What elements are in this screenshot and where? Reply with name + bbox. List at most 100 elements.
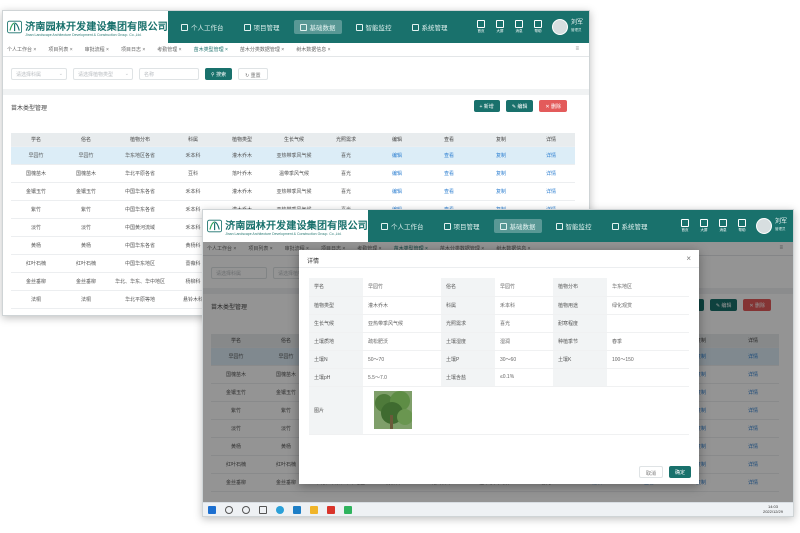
tab-4[interactable]: 考勤管理 × bbox=[157, 46, 181, 53]
cancel-button[interactable]: 取消 bbox=[638, 466, 663, 478]
row-action-link[interactable]: 编辑 bbox=[371, 164, 423, 183]
home-icon bbox=[476, 20, 485, 28]
delete-button[interactable]: ✕ 删除 bbox=[539, 100, 567, 112]
nav-item-1[interactable]: 项目管理 bbox=[438, 219, 486, 233]
wps-icon[interactable] bbox=[327, 505, 335, 514]
detail-label: 土壤pH bbox=[309, 368, 363, 387]
column-header[interactable]: 生长气候 bbox=[267, 133, 321, 147]
tab-1[interactable]: 项目列表 × bbox=[48, 46, 72, 53]
cortana-icon[interactable] bbox=[242, 505, 250, 514]
nav-item-3[interactable]: 智能监控 bbox=[550, 219, 598, 233]
nav-item-label: 智能监控 bbox=[365, 25, 392, 32]
table-cell: 喜光 bbox=[321, 164, 371, 183]
nav-item-2[interactable]: 基础数据 bbox=[493, 219, 542, 233]
column-header[interactable]: 植物分布 bbox=[111, 133, 169, 147]
table-cell: 灌木乔木 bbox=[217, 182, 267, 201]
windows-start-icon[interactable] bbox=[208, 505, 216, 514]
detail-value: 湿润 bbox=[495, 332, 553, 351]
chevron-down-icon: ⌄ bbox=[58, 71, 63, 77]
tool-help[interactable]: 帮助 bbox=[530, 20, 546, 34]
nav-item-4[interactable]: 系统管理 bbox=[606, 219, 654, 233]
plant-photo[interactable] bbox=[374, 391, 412, 429]
column-header[interactable]: 学名 bbox=[11, 133, 61, 147]
tool-bell[interactable]: 消息 bbox=[511, 20, 527, 34]
nav-item-2[interactable]: 基础数据 bbox=[293, 20, 342, 34]
detail-value: 灌木乔木 bbox=[363, 296, 441, 315]
tab-6[interactable]: 苗木分类数据管理 × bbox=[240, 46, 284, 53]
detail-value: 亚热带季风气候 bbox=[363, 314, 441, 333]
row-action-link[interactable]: 查看 bbox=[423, 164, 475, 183]
column-header[interactable]: 科属 bbox=[169, 133, 217, 147]
search-button[interactable]: ⚲ 搜索 bbox=[205, 68, 233, 80]
avatar[interactable] bbox=[551, 19, 568, 35]
tab-0[interactable]: 个人工作台 × bbox=[7, 46, 36, 53]
nav-item-0[interactable]: 个人工作台 bbox=[375, 219, 430, 233]
detail-value: 30～60 bbox=[495, 350, 553, 369]
row-action-link[interactable]: 复制 bbox=[475, 146, 527, 165]
detail-label: 土壤K bbox=[553, 350, 607, 369]
detail-label: 植物类型 bbox=[309, 296, 363, 315]
edge-browser-icon[interactable] bbox=[276, 505, 284, 514]
tool-home[interactable]: 首页 bbox=[473, 20, 489, 34]
task-view-icon[interactable] bbox=[259, 505, 267, 514]
column-header[interactable]: 复制 bbox=[475, 133, 527, 147]
tool-screen[interactable]: 大屏 bbox=[696, 219, 712, 233]
table-row[interactable]: 金镶玉竹金镶玉竹中国华东各省禾本科灌木乔木亚热带季风气候喜光编辑查看复制详情 bbox=[11, 182, 575, 201]
row-action-link[interactable]: 详情 bbox=[527, 164, 575, 183]
edit-button[interactable]: ✎ 编辑 bbox=[505, 100, 534, 112]
row-action-link[interactable]: 详情 bbox=[527, 182, 575, 201]
nav-item-4[interactable]: 系统管理 bbox=[406, 20, 454, 34]
category-select[interactable]: 请选择科属 ⌄ bbox=[11, 68, 67, 80]
reset-button[interactable]: ↻ 重置 bbox=[238, 68, 268, 80]
name-input[interactable]: 名称 bbox=[139, 68, 199, 80]
column-header[interactable]: 光照需求 bbox=[321, 133, 371, 147]
search-icon[interactable] bbox=[225, 505, 233, 514]
help-icon bbox=[533, 20, 542, 28]
table-row[interactable]: 早园竹早园竹华东地区各省禾本科灌木乔木亚热带季风气候喜光编辑查看复制详情 bbox=[11, 146, 575, 165]
row-action-link[interactable]: 复制 bbox=[475, 182, 527, 201]
avatar[interactable] bbox=[755, 218, 772, 234]
tool-screen[interactable]: 大屏 bbox=[492, 20, 508, 34]
table-cell: 黄杨 bbox=[11, 236, 61, 255]
workbench-icon bbox=[381, 222, 388, 230]
column-header[interactable]: 植物类型 bbox=[217, 133, 267, 147]
reset-label: 重置 bbox=[250, 73, 261, 79]
column-header[interactable]: 查看 bbox=[423, 133, 475, 147]
table-row[interactable]: 国槐苗木国槐苗木华北平原各省豆科落叶乔木温带季风气候喜光编辑查看复制详情 bbox=[11, 164, 575, 183]
screen-icon bbox=[699, 219, 708, 227]
row-action-link[interactable]: 编辑 bbox=[371, 146, 423, 165]
row-action-link[interactable]: 详情 bbox=[527, 146, 575, 165]
folder-icon[interactable] bbox=[310, 505, 318, 514]
workbench-icon bbox=[181, 23, 188, 31]
tab-2[interactable]: 审批流程 × bbox=[85, 46, 109, 53]
tab-7[interactable]: 树木数据信息 × bbox=[296, 46, 330, 53]
tab-5[interactable]: 苗木类型管理 × bbox=[194, 46, 228, 53]
tab-menu-icon[interactable]: ≡ bbox=[575, 46, 579, 52]
row-action-link[interactable]: 编辑 bbox=[371, 182, 423, 201]
tool-bell[interactable]: 消息 bbox=[715, 219, 731, 233]
user-info[interactable]: 刘军 管理员 bbox=[571, 20, 583, 34]
app-icon[interactable] bbox=[344, 505, 352, 514]
column-header[interactable]: 俗名 bbox=[61, 133, 111, 147]
row-action-link[interactable]: 查看 bbox=[423, 182, 475, 201]
add-button[interactable]: + 新增 bbox=[473, 100, 500, 112]
row-action-link[interactable]: 复制 bbox=[475, 164, 527, 183]
nav-item-0[interactable]: 个人工作台 bbox=[175, 20, 230, 34]
tool-help[interactable]: 帮助 bbox=[734, 219, 750, 233]
table-cell: 亚热带季风气候 bbox=[267, 182, 321, 201]
store-icon[interactable] bbox=[293, 505, 301, 514]
nav-item-3[interactable]: 智能监控 bbox=[350, 20, 398, 34]
type-select[interactable]: 请选择植物类型 ⌄ bbox=[73, 68, 133, 80]
row-action-link[interactable]: 查看 bbox=[423, 146, 475, 165]
logo: 济南园林开发建设集团有限公司 Jinan Landscape Architect… bbox=[203, 210, 368, 242]
header-tools: 首页 大屏 消息 帮助 刘军 管理员 bbox=[470, 11, 583, 43]
close-icon[interactable]: × bbox=[686, 254, 691, 263]
user-info[interactable]: 刘军 管理员 bbox=[775, 219, 787, 233]
column-header[interactable]: 详情 bbox=[527, 133, 575, 147]
tab-3[interactable]: 项目日志 × bbox=[121, 46, 145, 53]
tool-label: 大屏 bbox=[496, 29, 504, 33]
column-header[interactable]: 编辑 bbox=[371, 133, 423, 147]
tool-home[interactable]: 首页 bbox=[677, 219, 693, 233]
ok-button[interactable]: 确定 bbox=[668, 466, 691, 478]
nav-item-1[interactable]: 项目管理 bbox=[238, 20, 286, 34]
